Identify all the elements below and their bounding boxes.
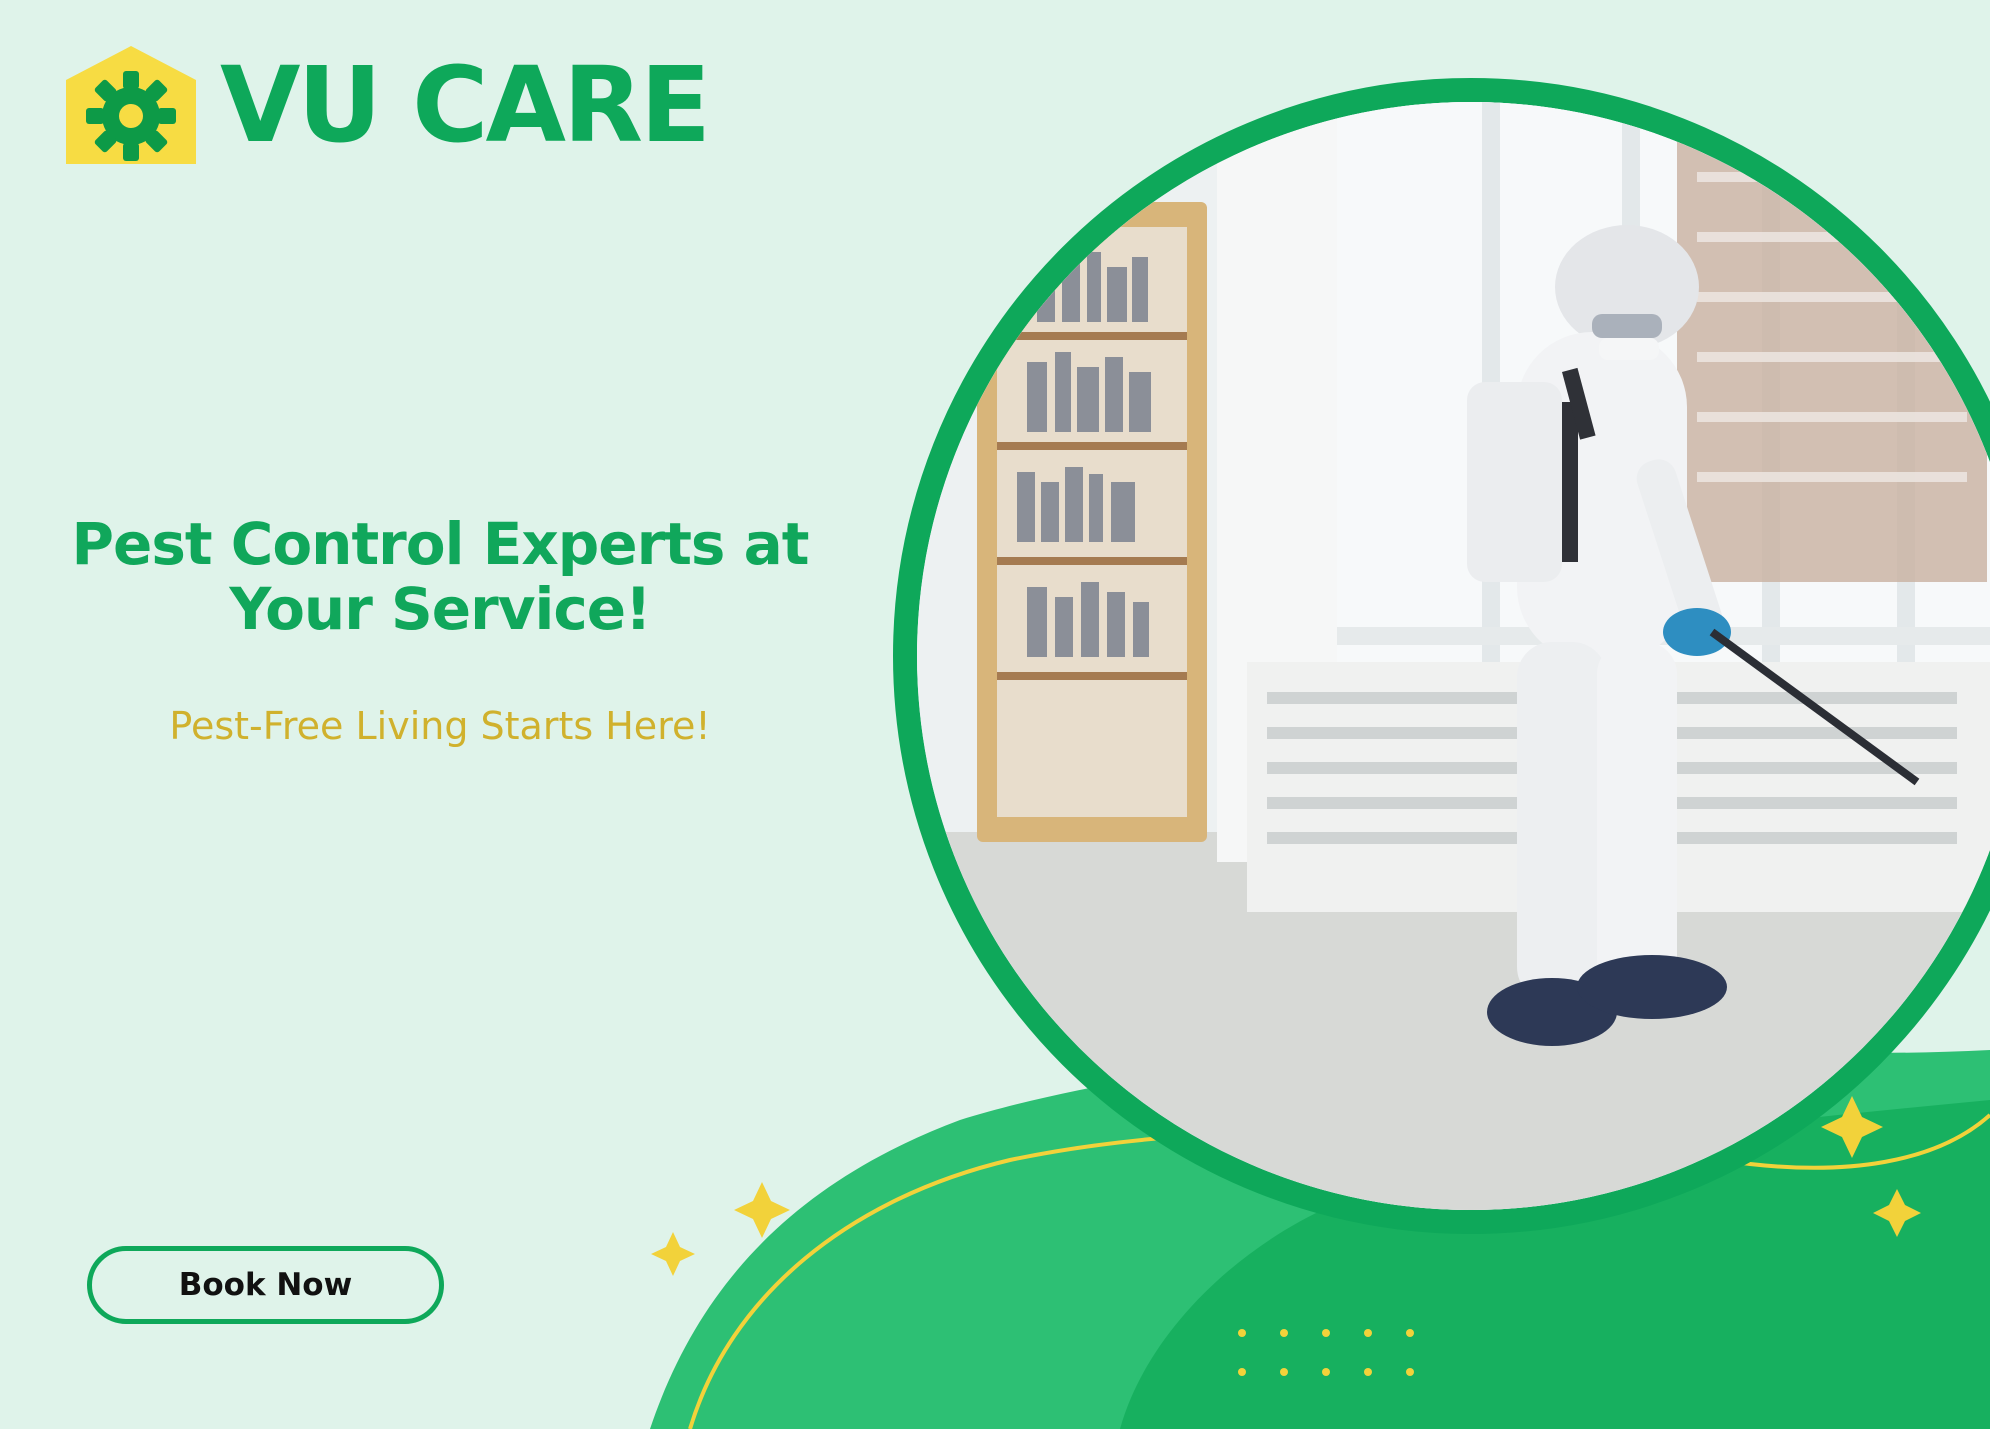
house-gear-icon — [66, 46, 196, 164]
sparkle-icon — [734, 1182, 790, 1238]
sparkle-icon — [1873, 1189, 1921, 1237]
dot-grid-icon — [1238, 1329, 1414, 1376]
book-now-button[interactable]: Book Now — [87, 1246, 444, 1324]
sparkle-icon — [651, 1232, 695, 1276]
tagline: Pest-Free Living Starts Here! — [169, 704, 711, 748]
page-title: Pest Control Experts at Your Service! — [71, 510, 809, 643]
brand-name: VU CARE — [220, 44, 711, 166]
brand-logo: VU CARE — [66, 44, 711, 166]
pest-control-technician-photo — [893, 78, 1990, 1234]
